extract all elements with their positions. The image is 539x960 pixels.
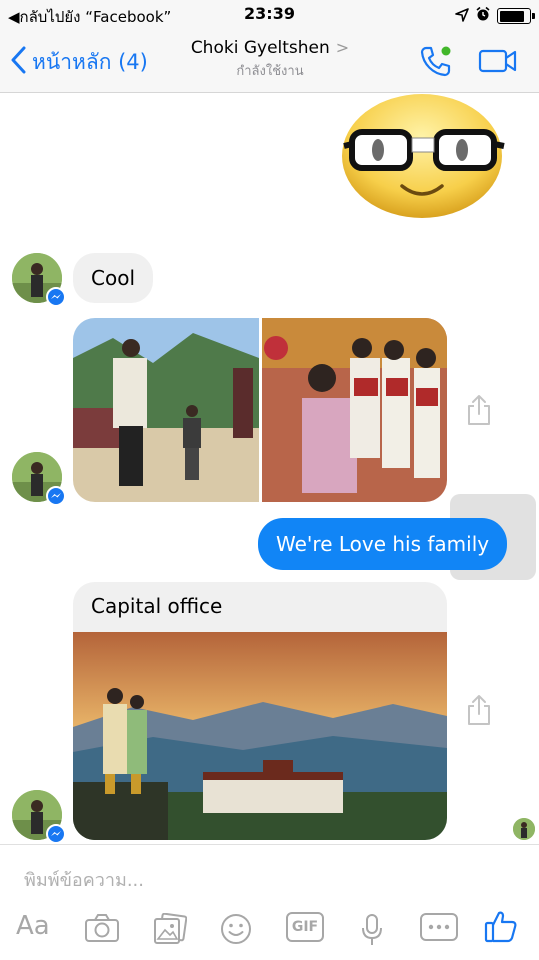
- video-call-button[interactable]: [478, 48, 518, 78]
- messenger-badge-icon: [46, 287, 66, 307]
- battery-icon: [497, 8, 535, 24]
- more-options-button[interactable]: [420, 913, 458, 945]
- contact-name: Choki Gyeltshen: [190, 38, 330, 58]
- message-input[interactable]: พิมพ์ข้อความ...: [24, 865, 144, 894]
- microphone-icon: [362, 914, 382, 945]
- photo-gallery-button[interactable]: [153, 912, 188, 949]
- share-button[interactable]: [466, 694, 492, 730]
- back-label: หน้าหลัก (4): [32, 50, 148, 74]
- voice-message-button[interactable]: [360, 913, 384, 951]
- shared-photo-1[interactable]: [73, 318, 259, 502]
- messenger-badge-icon: [46, 486, 66, 506]
- read-receipt-avatar: [513, 818, 535, 840]
- status-icons: [455, 6, 535, 26]
- messenger-badge-icon: [46, 824, 66, 844]
- active-status: กำลังใช้งาน: [236, 64, 304, 79]
- link-preview-card[interactable]: Capital office: [73, 582, 447, 840]
- incoming-message-bubble[interactable]: Cool: [73, 253, 153, 303]
- shared-photo-2[interactable]: [262, 318, 447, 502]
- more-dots-icon: [420, 913, 458, 941]
- share-icon: [468, 695, 490, 725]
- chevron-left-icon: [10, 46, 32, 79]
- text-style-button[interactable]: Aa: [16, 911, 50, 941]
- back-button[interactable]: หน้าหลัก (4): [10, 46, 148, 79]
- battery-level: [499, 10, 525, 22]
- voice-call-button[interactable]: [418, 44, 452, 82]
- message-list[interactable]: Cool We're Love his family Capital offic…: [0, 94, 539, 844]
- card-image[interactable]: [73, 632, 447, 840]
- nerd-face-sticker[interactable]: [338, 94, 508, 219]
- camera-button[interactable]: [84, 913, 120, 947]
- phone-icon: [420, 46, 451, 77]
- contact-avatar[interactable]: [12, 253, 66, 307]
- message-text: Cool: [91, 266, 135, 290]
- share-icon: [468, 395, 490, 425]
- card-title: Capital office: [91, 594, 223, 618]
- video-camera-icon: [478, 49, 517, 73]
- message-text: We're Love his family: [276, 532, 490, 556]
- status-bar: ◀กลับไปยัง “Facebook” 23:39: [0, 0, 539, 30]
- emoji-button[interactable]: [220, 913, 252, 949]
- composer-toolbar: Aa GIF: [0, 909, 539, 955]
- like-button[interactable]: [484, 909, 518, 947]
- contact-avatar[interactable]: [12, 790, 66, 844]
- camera-icon: [85, 914, 119, 942]
- contact-info-button[interactable]: Choki Gyeltshen > กำลังใช้งาน: [140, 38, 400, 81]
- message-composer: พิมพ์ข้อความ... Aa GIF: [0, 844, 539, 960]
- contact-title: Choki Gyeltshen >: [140, 38, 400, 58]
- chevron-right-icon: >: [335, 38, 350, 57]
- alarm-icon: [475, 6, 491, 26]
- contact-avatar[interactable]: [12, 452, 66, 506]
- gallery-icon: [154, 912, 188, 944]
- outgoing-message-bubble[interactable]: We're Love his family: [258, 518, 508, 570]
- share-button[interactable]: [466, 394, 492, 430]
- smiley-icon: [221, 914, 251, 944]
- gif-button[interactable]: GIF: [286, 912, 324, 942]
- gif-label: GIF: [291, 919, 319, 935]
- thumbs-up-icon: [484, 911, 517, 943]
- conversation-header: หน้าหลัก (4) Choki Gyeltshen > กำลังใช้งา…: [0, 30, 539, 93]
- location-icon: [455, 7, 469, 26]
